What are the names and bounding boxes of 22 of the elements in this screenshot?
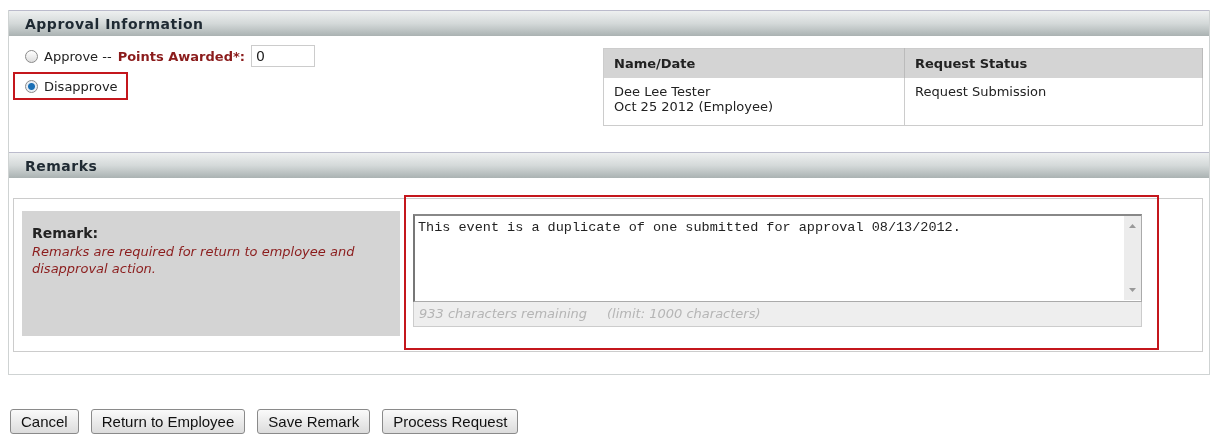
remark-field[interactable]: This event is a duplicate of one submitted for approval 08/13/2012. xyxy=(413,214,1142,302)
table-cell-text: Request Submission xyxy=(915,84,1048,99)
column-header: Name/Date xyxy=(603,48,905,78)
action-button[interactable]: Return to Employee xyxy=(90,409,246,434)
radio-button[interactable] xyxy=(25,49,38,63)
option-label: Approve -- xyxy=(44,48,112,64)
points-label: Points Awarded*: xyxy=(117,48,245,64)
option-label: Disapprove xyxy=(44,78,118,94)
action-button[interactable]: Save Remark xyxy=(257,409,371,434)
section-header: Approval Information xyxy=(9,10,1209,36)
remark-label: Remark: xyxy=(32,225,100,241)
points-field[interactable]: 0 xyxy=(250,45,315,67)
scrollbar[interactable] xyxy=(1124,216,1141,300)
section-header: Remarks xyxy=(9,152,1209,178)
action-button[interactable]: Cancel xyxy=(10,409,79,434)
column-header: Request Status xyxy=(904,48,1203,78)
radio-button[interactable] xyxy=(25,79,38,93)
remark-hint: Remarks are required for return to employee and disapproval action. xyxy=(32,243,356,277)
limit-text: (limit: 1000 characters) xyxy=(607,306,761,322)
action-button[interactable]: Process Request xyxy=(382,409,519,434)
table-cell-text: Dee Lee Tester Oct 25 2012 (Employee) xyxy=(614,84,775,114)
remaining-count: 933 characters remaining xyxy=(419,306,588,322)
